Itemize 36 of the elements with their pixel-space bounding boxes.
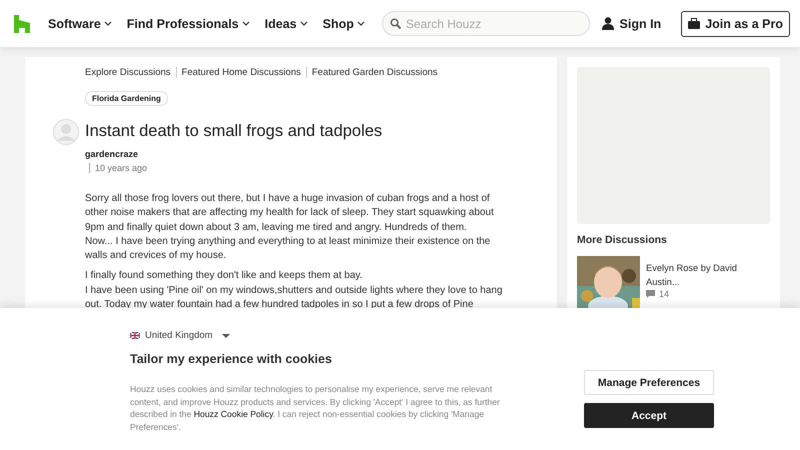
person-icon xyxy=(602,17,614,30)
region-selector[interactable]: United Kingdom xyxy=(130,330,230,341)
author-name[interactable]: gardencraze xyxy=(85,149,537,159)
discussion-link[interactable]: Evelyn Rose by David Austin... xyxy=(646,261,746,289)
nav-menu[interactable]: Find Professionals xyxy=(126,16,250,30)
accept-button[interactable]: Accept xyxy=(584,403,714,428)
briefcase-icon xyxy=(688,18,700,29)
sign-in-button[interactable]: Sign In xyxy=(596,16,668,32)
post-title: Instant death to small frogs and tadpoles xyxy=(85,122,384,141)
comment-count: 14 xyxy=(646,289,746,299)
breadcrumb-link[interactable]: Featured Home Discussions xyxy=(176,67,306,78)
flag-icon xyxy=(130,332,140,339)
post-paragraph: Sorry all those frog lovers out there, but I have a huge invasion of cuban frogs and a host of other noise makers that are affecting my health for lack of sleep. They start squawking about 9pm and finally quiet down about 3 am, leaving me tired and angry. Hundreds of them. Now... I have been trying anything and everything to at least minimize their existence on the walls and crevices of my house. xyxy=(85,192,495,264)
chevron-icon xyxy=(242,21,250,26)
search-icon xyxy=(390,18,401,29)
topic-tag[interactable]: Florida Gardening xyxy=(85,91,168,106)
logo-icon[interactable] xyxy=(14,14,30,32)
search-field[interactable]: Search Houzz xyxy=(382,11,590,36)
chevron-icon xyxy=(300,21,308,26)
join-button[interactable]: Join as a Pro xyxy=(681,10,790,36)
cookie-title: Tailor my experience with cookies xyxy=(130,352,333,366)
post-time: 10 years ago xyxy=(89,163,537,173)
section-heading: More Discussions xyxy=(577,234,668,246)
manage-preferences-button[interactable]: Manage Preferences xyxy=(584,370,714,395)
cookie-text: Houzz uses cookies and similar technologies to personalise my experience, serve me relevant content, and improve Houzz products and services. By clicking 'Accept' I agree to this, as further described in the Houzz Cookie Policy. I can reject non-essential cookies by clicking 'Manage Preferences'. xyxy=(130,383,501,434)
nav-menu[interactable]: Shop xyxy=(322,16,365,30)
breadcrumb-link[interactable]: Featured Garden Discussions xyxy=(306,67,443,78)
avatar-icon[interactable] xyxy=(53,119,79,145)
cookie-policy-link[interactable]: Houzz Cookie Policy xyxy=(194,409,273,420)
dropdown-caret-icon xyxy=(222,334,230,338)
comment-icon xyxy=(646,290,655,298)
chevron-icon xyxy=(356,21,365,26)
nav-menu[interactable]: Ideas xyxy=(264,16,308,30)
chevron-icon xyxy=(104,21,112,26)
breadcrumb-link[interactable]: Explore Discussions xyxy=(85,67,176,78)
nav-menu[interactable]: Software xyxy=(48,16,112,30)
